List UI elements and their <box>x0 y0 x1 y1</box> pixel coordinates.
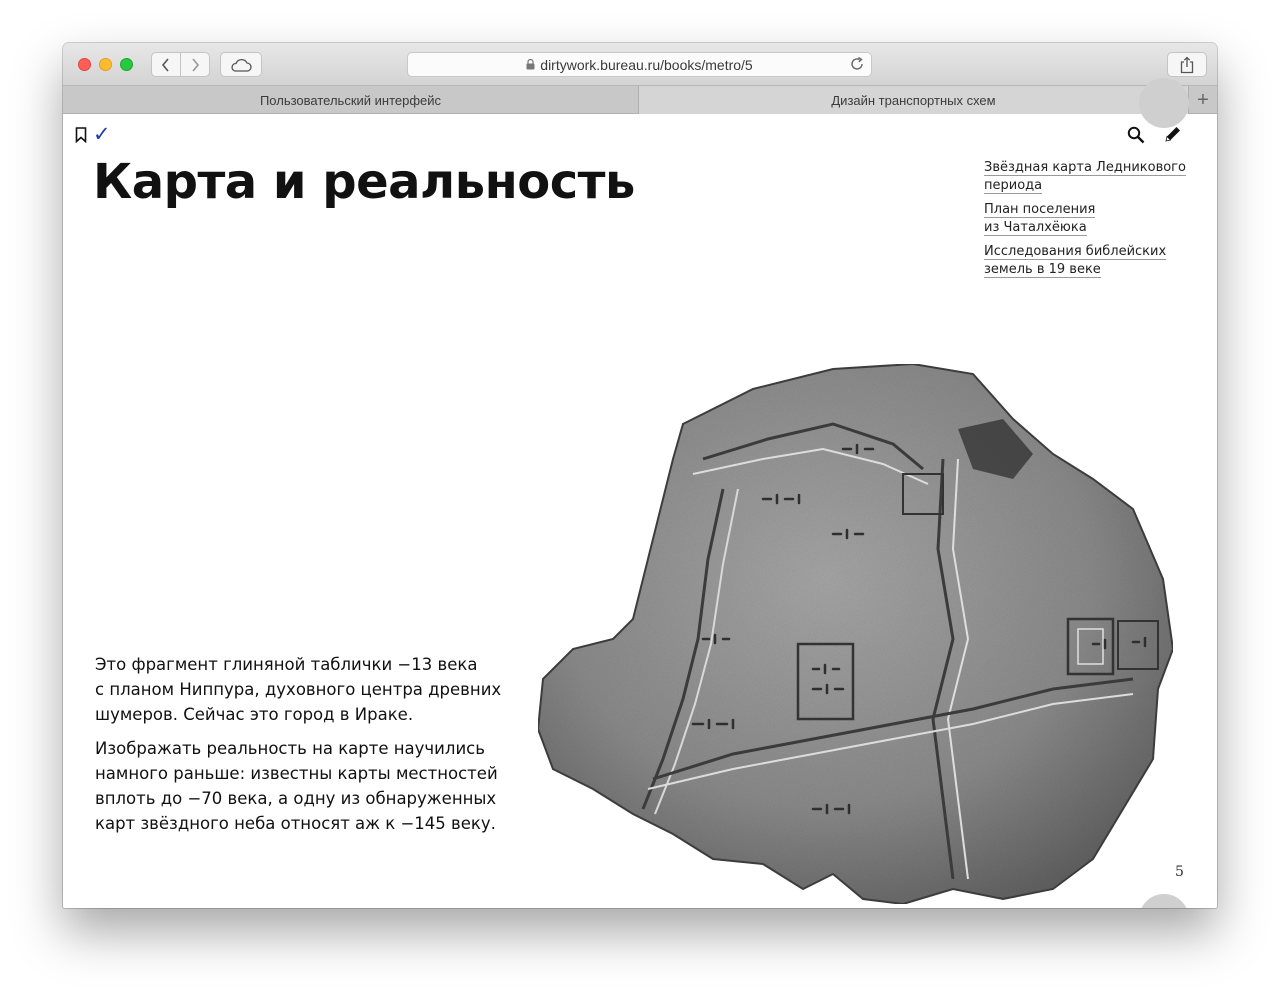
minimize-window-button[interactable] <box>99 58 112 71</box>
related-link-biblical-lands[interactable]: Исследования библейских земель в 19 веке <box>984 243 1204 279</box>
tab-bar: Пользовательский интерфейс Дизайн трансп… <box>63 86 1217 114</box>
reload-icon[interactable] <box>849 56 865 75</box>
lock-icon <box>526 59 535 70</box>
close-window-button[interactable] <box>78 58 91 71</box>
page-title: Карта и реальность <box>93 154 635 210</box>
browser-window: dirtywork.bureau.ru/books/metro/5 Пользо… <box>63 43 1217 908</box>
forward-button[interactable] <box>180 53 209 76</box>
back-button[interactable] <box>152 53 180 76</box>
browser-toolbar: dirtywork.bureau.ru/books/metro/5 <box>63 43 1217 86</box>
related-link-ice-age-star-map[interactable]: Звёздная карта Ледникового периода <box>984 159 1204 195</box>
tab-user-interface[interactable]: Пользовательский интерфейс <box>63 86 639 114</box>
related-link-catalhoyuk-plan[interactable]: План поселения из Чаталхёюка <box>984 201 1204 237</box>
navigation-buttons <box>151 52 210 77</box>
chevron-left-icon <box>161 57 169 72</box>
new-tab-button[interactable]: + <box>1188 86 1217 114</box>
read-check-icon[interactable]: ✓ <box>93 122 111 146</box>
page-number: 5 <box>1175 864 1184 880</box>
search-icon[interactable] <box>1127 126 1145 149</box>
page-content: ✓ Карта и реальность Звёздная карта Ледн… <box>63 78 1217 908</box>
tab-transport-schemes[interactable]: Дизайн транспортных схем <box>639 86 1188 114</box>
address-bar[interactable]: dirtywork.bureau.ru/books/metro/5 <box>407 52 872 77</box>
bookmark-icon[interactable] <box>75 127 87 148</box>
icloud-tabs-button[interactable] <box>220 52 262 77</box>
zoom-window-button[interactable] <box>120 58 133 71</box>
paragraph-2: Изображать реальность на карте научились… <box>95 739 498 833</box>
chevron-right-icon <box>192 57 200 72</box>
pencil-icon[interactable] <box>1164 125 1182 148</box>
related-links: Звёздная карта Ледникового периода План … <box>984 159 1204 285</box>
share-button[interactable] <box>1167 52 1207 77</box>
cloud-icon <box>231 58 252 72</box>
paragraph-1: Это фрагмент глиняной таблички −13 века … <box>95 655 502 724</box>
nippur-clay-tablet-image <box>536 362 1175 904</box>
page-edge-tab-top[interactable] <box>1139 78 1189 128</box>
body-text: Это фрагмент глиняной таблички −13 века … <box>95 652 515 845</box>
share-icon <box>1180 56 1194 73</box>
url-text: dirtywork.bureau.ru/books/metro/5 <box>540 56 753 73</box>
